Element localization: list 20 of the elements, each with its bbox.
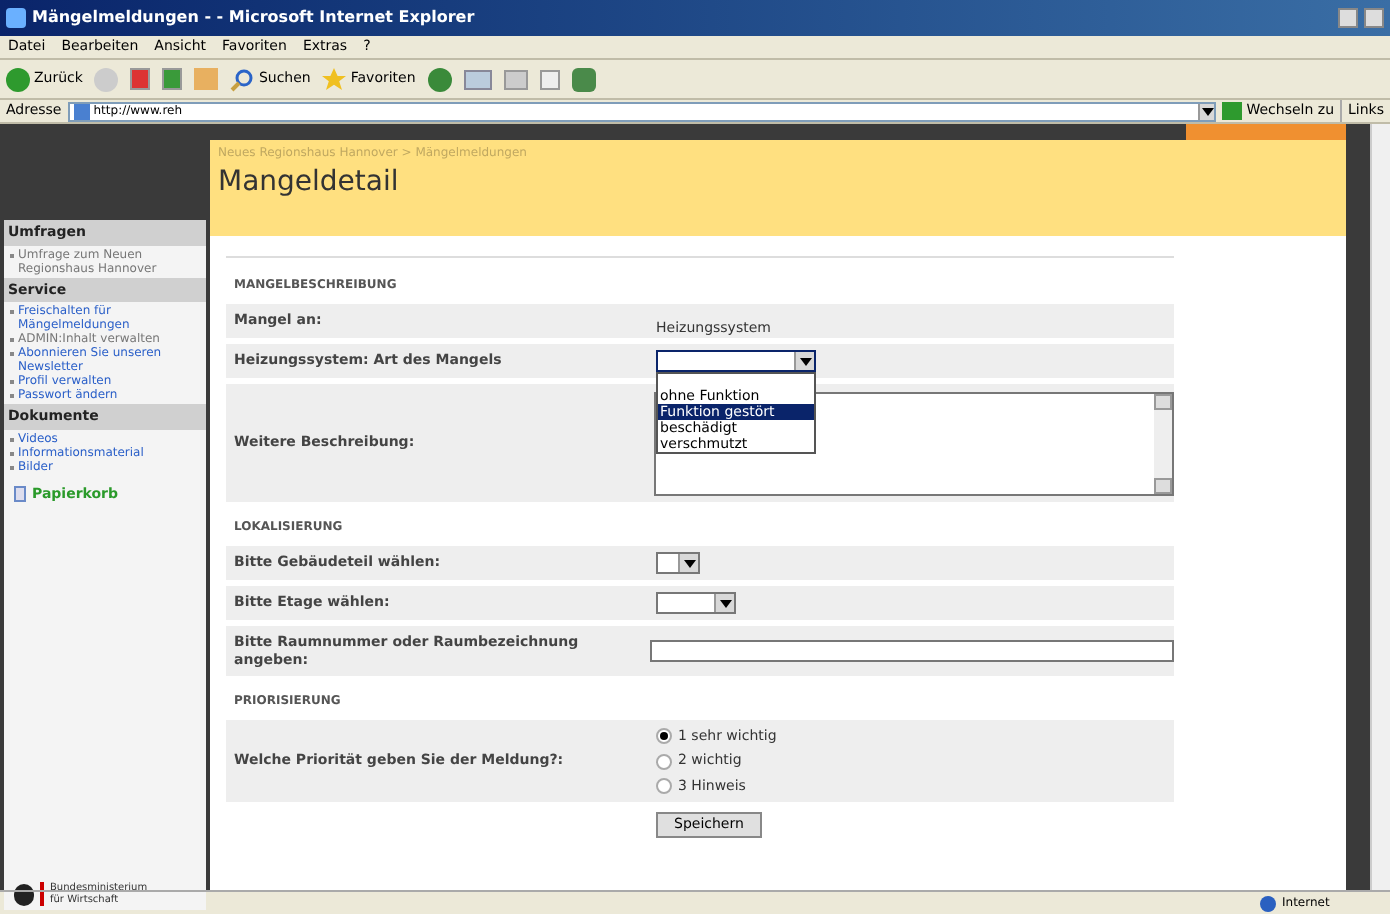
star-icon [322,67,347,91]
radio-button[interactable] [656,753,672,769]
room-input-field[interactable] [650,640,1174,662]
minimize-button[interactable] [1338,8,1358,28]
dropdown-arrow-icon[interactable] [678,554,698,572]
page-title: Mangeldetail [218,164,401,202]
scrollbar[interactable] [1154,393,1172,493]
dropdown-arrow-icon[interactable] [794,352,814,370]
radio-button[interactable] [656,728,672,744]
page-scrollbar[interactable] [1370,124,1390,890]
trash-icon [14,485,26,502]
window-title: Mängelmeldungen - - Microsoft Internet Explorer [32,6,477,30]
dropdown-arrow-icon[interactable] [1198,103,1215,119]
search-icon [230,67,255,91]
select-field[interactable] [656,552,700,574]
select-field[interactable] [656,350,816,372]
dropdown-arrow-icon[interactable] [714,594,734,612]
radio-button[interactable] [656,778,672,794]
maximize-button[interactable] [1364,8,1384,28]
select-field[interactable] [656,592,736,614]
